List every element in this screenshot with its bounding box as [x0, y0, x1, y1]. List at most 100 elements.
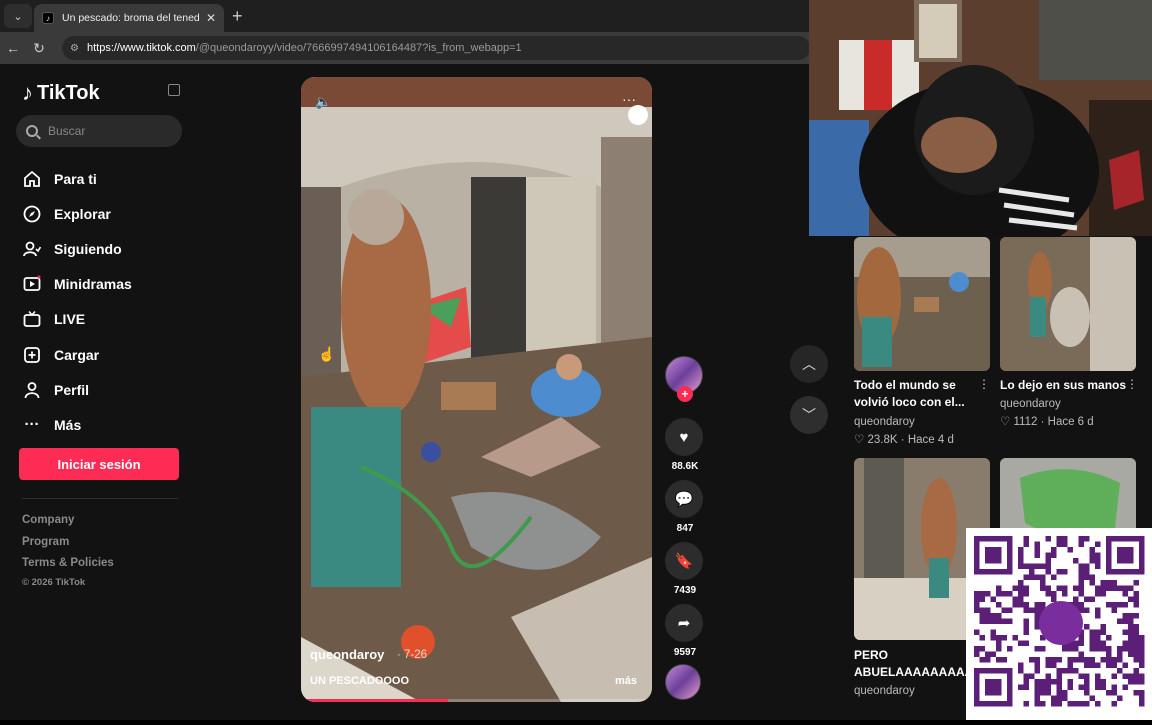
tab-search-button[interactable]: ⌄ [4, 4, 32, 28]
comment-icon: 💬 [674, 491, 694, 508]
login-button[interactable]: Iniciar sesión [19, 448, 179, 480]
footer-link-company[interactable]: Company [22, 514, 114, 536]
live-icon [22, 309, 42, 329]
video-player[interactable]: 🔈 ··· queondaroy · 7-26 UN PESCADOOOO má… [301, 77, 652, 702]
recommended-meta: ♡ 1112 · Hace 6 d [1000, 416, 1094, 428]
sidebar-item-label: LIVE [54, 311, 86, 328]
reload-icon[interactable]: ↻ [26, 40, 52, 57]
sidebar-item-label: Minidramas [54, 276, 132, 293]
footer-link-terms[interactable]: Terms & Policies [22, 557, 114, 579]
video-options-icon[interactable]: ··· [622, 91, 636, 107]
more-icon: ··· [24, 416, 40, 434]
footer-link-program[interactable]: Program [22, 536, 114, 558]
footer-links: Company Program Terms & Policies [22, 514, 114, 579]
sidebar-item-mas[interactable]: ··· Más [22, 407, 132, 442]
sidebar-item-label: Para ti [54, 170, 97, 187]
address-bar[interactable]: ⚙ https://www.tiktok.com/@queondaroyy/vi… [62, 36, 810, 60]
sidebar-item-label: Explorar [54, 205, 111, 222]
recommended-author[interactable]: queondaroy [854, 685, 915, 697]
video-progress-bar[interactable] [301, 699, 652, 702]
video-frame-image [301, 77, 652, 702]
video-author[interactable]: queondaroy [310, 647, 384, 662]
card-options-icon[interactable]: ⋮ [1126, 377, 1138, 391]
sidebar-item-minidramas[interactable]: Minidramas [22, 267, 132, 302]
recommended-age: Hace 6 d [1047, 416, 1094, 428]
share-button[interactable]: ➦ [665, 604, 703, 642]
search-placeholder: Buscar [48, 124, 86, 138]
sidebar-nav: Para ti Explorar Siguiendo Minidramas LI… [22, 161, 132, 443]
browser-tab-strip: ⌄ ♪ Un pescado: broma del tenedor y ✕ + [0, 0, 810, 32]
heart-icon: ♥ [679, 428, 689, 446]
recommended-author[interactable]: queondaroy [854, 416, 915, 428]
creator-avatar[interactable]: + [665, 356, 703, 402]
collapse-sidebar-icon[interactable] [168, 84, 180, 96]
sidebar-item-label: Más [54, 416, 82, 433]
comment-count: 847 [676, 523, 694, 534]
video-caption: UN PESCADOOOO [310, 675, 410, 687]
music-disc-avatar[interactable] [665, 664, 701, 700]
close-tab-icon[interactable]: ✕ [206, 11, 216, 25]
tiktok-note-icon: ♪ [22, 80, 33, 105]
browser-tab-title: Un pescado: broma del tenedor y [62, 12, 200, 24]
sidebar-item-label: Perfil [54, 381, 90, 398]
chevron-up-icon: ︿ [802, 356, 816, 372]
site-info-icon[interactable]: ⚙ [70, 43, 79, 54]
profile-icon [22, 380, 42, 400]
sidebar-item-explorar[interactable]: Explorar [22, 196, 132, 231]
sidebar-item-cargar[interactable]: Cargar [22, 337, 132, 372]
logo-text: TikTok [37, 81, 100, 104]
previous-video-button[interactable]: ︿ [790, 345, 828, 383]
search-icon [26, 125, 38, 137]
card-options-icon[interactable]: ⋮ [978, 377, 990, 391]
share-count: 9597 [673, 647, 697, 658]
like-button[interactable]: ♥ [665, 418, 703, 456]
caption-more-link[interactable]: más [615, 675, 637, 687]
sidebar-item-label: Cargar [54, 346, 100, 363]
back-icon[interactable]: ← [0, 40, 26, 56]
recommended-meta: ♡ 23.8K · Hace 4 d [854, 434, 954, 446]
yape-qr-code [966, 528, 1152, 720]
save-count: 7439 [673, 585, 697, 596]
bookmark-icon: 🔖 [674, 553, 694, 570]
compass-icon [22, 204, 42, 224]
upload-icon [22, 345, 42, 365]
heart-outline-icon: ♡ [854, 434, 865, 446]
sidebar-item-live[interactable]: LIVE [22, 302, 132, 337]
film-icon [22, 274, 42, 294]
qr-code-image [974, 536, 1145, 707]
hand-cursor-icon: ☝ [318, 346, 336, 362]
recommended-thumbnail[interactable] [1000, 237, 1136, 371]
heart-outline-icon: ♡ [1000, 416, 1011, 428]
webcam-overlay [809, 0, 1152, 236]
browser-toolbar: ← ↻ ⚙ https://www.tiktok.com/@queondaroy… [0, 32, 810, 64]
video-actions: + ♥ 88.6K 💬 847 🔖 7439 ➦ 9597 [665, 356, 705, 700]
new-tab-button[interactable]: + [232, 6, 243, 27]
recommended-age: Hace 4 d [907, 434, 954, 446]
recommended-thumbnail[interactable] [854, 237, 990, 371]
sidebar-item-perfil[interactable]: Perfil [22, 372, 132, 407]
home-icon [22, 169, 42, 189]
recommended-author[interactable]: queondaroy [1000, 398, 1061, 410]
follow-plus-icon[interactable]: + [677, 386, 693, 402]
sidebar-item-para-ti[interactable]: Para ti [22, 161, 132, 196]
sidebar-item-siguiendo[interactable]: Siguiendo [22, 231, 132, 266]
volume-icon[interactable]: 🔈 [315, 94, 331, 110]
save-button[interactable]: 🔖 [665, 542, 703, 580]
next-video-button[interactable]: ﹀ [790, 396, 828, 434]
sidebar-item-label: Siguiendo [54, 240, 122, 257]
following-icon [22, 239, 42, 259]
url-path: /@queondaroyy/video/7666997494106164487?… [195, 42, 522, 54]
tiktok-page: ♪ TikTok Buscar Para ti Explorar Siguien… [0, 0, 1152, 720]
tiktok-logo[interactable]: ♪ TikTok [22, 80, 100, 106]
share-icon: ➦ [677, 615, 691, 632]
recommended-title[interactable]: Todo el mundo se volvió loco con el... [854, 377, 982, 411]
sidebar: ♪ TikTok Buscar Para ti Explorar Siguien… [0, 64, 200, 720]
browser-tab[interactable]: ♪ Un pescado: broma del tenedor y ✕ [34, 4, 224, 32]
search-input[interactable]: Buscar [16, 115, 182, 147]
tiktok-favicon-icon: ♪ [42, 12, 54, 24]
video-progress-fill [301, 699, 449, 702]
video-date: · 7-26 [397, 649, 428, 661]
copyright: © 2026 TikTok [22, 577, 86, 588]
comment-button[interactable]: 💬 [665, 480, 703, 518]
recommended-title[interactable]: Lo dejo en sus manos [1000, 377, 1128, 394]
